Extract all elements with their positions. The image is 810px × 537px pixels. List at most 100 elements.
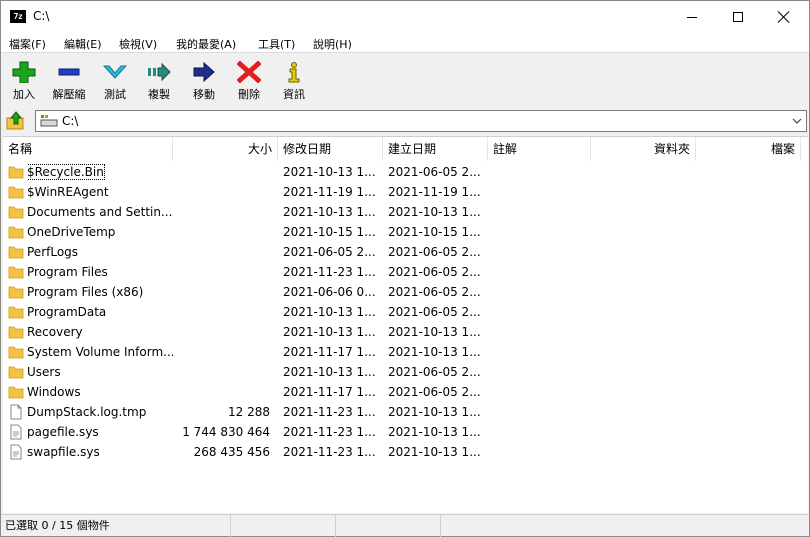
file-name-text: ProgramData — [27, 305, 107, 319]
file-created: 2021-11-19 1... — [388, 182, 488, 202]
copy-button[interactable]: 複製 — [137, 58, 181, 104]
file-name: DumpStack.log.tmp — [27, 402, 173, 422]
folder-icon — [8, 346, 24, 359]
chevron-down-icon[interactable] — [791, 115, 803, 127]
info-button[interactable]: 資訊 — [272, 58, 316, 104]
menu-bar: 檔案(F) 編輯(E) 檢視(V) 我的最愛(A) 工具(T) 說明(H) — [1, 33, 809, 53]
table-row[interactable]: pagefile.sys 1 744 830 464 2021-11-23 1...… — [3, 422, 808, 442]
menu-file[interactable]: 檔案(F) — [9, 36, 46, 52]
file-name: Recovery — [27, 322, 173, 342]
maximize-button[interactable] — [715, 1, 761, 33]
col-created[interactable]: 建立日期 — [383, 137, 488, 161]
file-name-text: Program Files (x86) — [27, 285, 144, 299]
file-list[interactable]: 名稱 大小 修改日期 建立日期 註解 資料夾 檔案 $Recycle.Bin 20… — [3, 136, 808, 513]
menu-view[interactable]: 檢視(V) — [119, 36, 157, 52]
close-button[interactable] — [761, 1, 807, 33]
file-name: $Recycle.Bin — [27, 162, 173, 182]
file-created: 2021-10-13 1... — [388, 442, 488, 462]
file-modified: 2021-10-15 1... — [283, 222, 383, 242]
file-modified: 2021-10-13 1... — [283, 162, 383, 182]
file-size — [173, 342, 270, 362]
table-row[interactable]: Users 2021-10-13 1... 2021-06-05 2... — [3, 362, 808, 382]
path-text: C:\ — [62, 114, 79, 128]
file-created: 2021-06-05 2... — [388, 362, 488, 382]
file-created: 2021-06-05 2... — [388, 262, 488, 282]
table-row[interactable]: ProgramData 2021-10-13 1... 2021-06-05 2..… — [3, 302, 808, 322]
file-modified: 2021-11-17 1... — [283, 342, 383, 362]
table-row[interactable]: OneDriveTemp 2021-10-15 1... 2021-10-15 1.… — [3, 222, 808, 242]
status-segment-2 — [231, 515, 336, 537]
file-modified: 2021-10-13 1... — [283, 302, 383, 322]
menu-tools[interactable]: 工具(T) — [258, 36, 295, 52]
table-row[interactable]: Recovery 2021-10-13 1... 2021-10-13 1... — [3, 322, 808, 342]
col-comment[interactable]: 註解 — [488, 137, 591, 161]
minimize-button[interactable] — [669, 1, 715, 33]
file-name: Program Files — [27, 262, 173, 282]
file-created-text: 2021-06-05 2... — [388, 165, 481, 179]
title-bar[interactable]: 7z C:\ — [1, 1, 809, 33]
file-size — [173, 382, 270, 402]
file-created-text: 2021-06-05 2... — [388, 285, 481, 299]
table-row[interactable]: $WinREAgent 2021-11-19 1... 2021-11-19 1..… — [3, 182, 808, 202]
table-row[interactable]: swapfile.sys 268 435 456 2021-11-23 1... 20… — [3, 442, 808, 462]
col-modified[interactable]: 修改日期 — [278, 137, 383, 161]
folder-icon — [8, 286, 24, 299]
toolbar: 加入 解壓縮 測試 複製 移動 刪除 資訊 — [1, 54, 809, 106]
file-modified: 2021-11-23 1... — [283, 422, 383, 442]
add-icon — [12, 61, 36, 83]
path-field[interactable]: C:\ — [35, 110, 807, 132]
extract-button[interactable]: 解壓縮 — [47, 58, 91, 104]
col-folders[interactable]: 資料夾 — [591, 137, 696, 161]
table-row[interactable]: Windows 2021-11-17 1... 2021-06-05 2... — [3, 382, 808, 402]
delete-label: 刪除 — [238, 88, 260, 101]
address-bar: C:\ — [1, 107, 809, 135]
file-size — [173, 282, 270, 302]
move-button[interactable]: 移動 — [182, 58, 226, 104]
file-name: Users — [27, 362, 173, 382]
file-created-text: 2021-10-13 1... — [388, 445, 481, 459]
file-modified-text: 2021-11-23 1... — [283, 405, 376, 419]
up-folder-button[interactable] — [5, 111, 27, 131]
file-modified-text: 2021-10-15 1... — [283, 225, 376, 239]
status-bar: 已選取 0 / 15 個物件 — [1, 514, 809, 537]
folder-icon — [8, 326, 24, 339]
file-modified: 2021-11-23 1... — [283, 262, 383, 282]
delete-icon — [237, 61, 261, 83]
status-segment-3 — [336, 515, 441, 537]
test-icon — [103, 65, 127, 79]
folder-icon — [8, 366, 24, 379]
file-name: Windows — [27, 382, 173, 402]
table-row[interactable]: PerfLogs 2021-06-05 2... 2021-06-05 2... — [3, 242, 808, 262]
file-icon — [10, 404, 22, 420]
copy-label: 複製 — [148, 88, 170, 101]
col-size[interactable]: 大小 — [173, 137, 278, 161]
file-created: 2021-10-15 1... — [388, 222, 488, 242]
file-created-text: 2021-11-19 1... — [388, 185, 481, 199]
file-modified-text: 2021-06-05 2... — [283, 245, 376, 259]
file-name-text: PerfLogs — [27, 245, 79, 259]
test-button[interactable]: 測試 — [93, 58, 137, 104]
file-modified: 2021-10-13 1... — [283, 202, 383, 222]
file-name-text: System Volume Inform... — [27, 345, 173, 359]
table-row[interactable]: Documents and Settin... 2021-10-13 1... 20… — [3, 202, 808, 222]
table-row[interactable]: Program Files (x86) 2021-06-06 0... 2021-0… — [3, 282, 808, 302]
folder-up-icon — [6, 111, 24, 130]
menu-edit[interactable]: 編輯(E) — [64, 36, 102, 52]
col-name[interactable]: 名稱 — [3, 137, 173, 161]
table-row[interactable]: DumpStack.log.tmp 12 288 2021-11-23 1... 20… — [3, 402, 808, 422]
file-created-text: 2021-06-05 2... — [388, 385, 481, 399]
menu-help[interactable]: 說明(H) — [313, 36, 352, 52]
table-row[interactable]: Program Files 2021-11-23 1... 2021-06-05 2… — [3, 262, 808, 282]
table-row[interactable]: System Volume Inform... 2021-11-17 1... 20… — [3, 342, 808, 362]
file-created: 2021-06-05 2... — [388, 282, 488, 302]
add-button[interactable]: 加入 — [2, 58, 46, 104]
delete-button[interactable]: 刪除 — [227, 58, 271, 104]
col-files[interactable]: 檔案 — [696, 137, 801, 161]
menu-favorites[interactable]: 我的最愛(A) — [176, 36, 236, 52]
file-created-text: 2021-10-13 1... — [388, 405, 481, 419]
file-modified: 2021-11-23 1... — [283, 402, 383, 422]
file-name: ProgramData — [27, 302, 173, 322]
file-modified: 2021-06-05 2... — [283, 242, 383, 262]
table-row[interactable]: $Recycle.Bin 2021-10-13 1... 2021-06-05 2.… — [3, 162, 808, 182]
file-size — [173, 302, 270, 322]
